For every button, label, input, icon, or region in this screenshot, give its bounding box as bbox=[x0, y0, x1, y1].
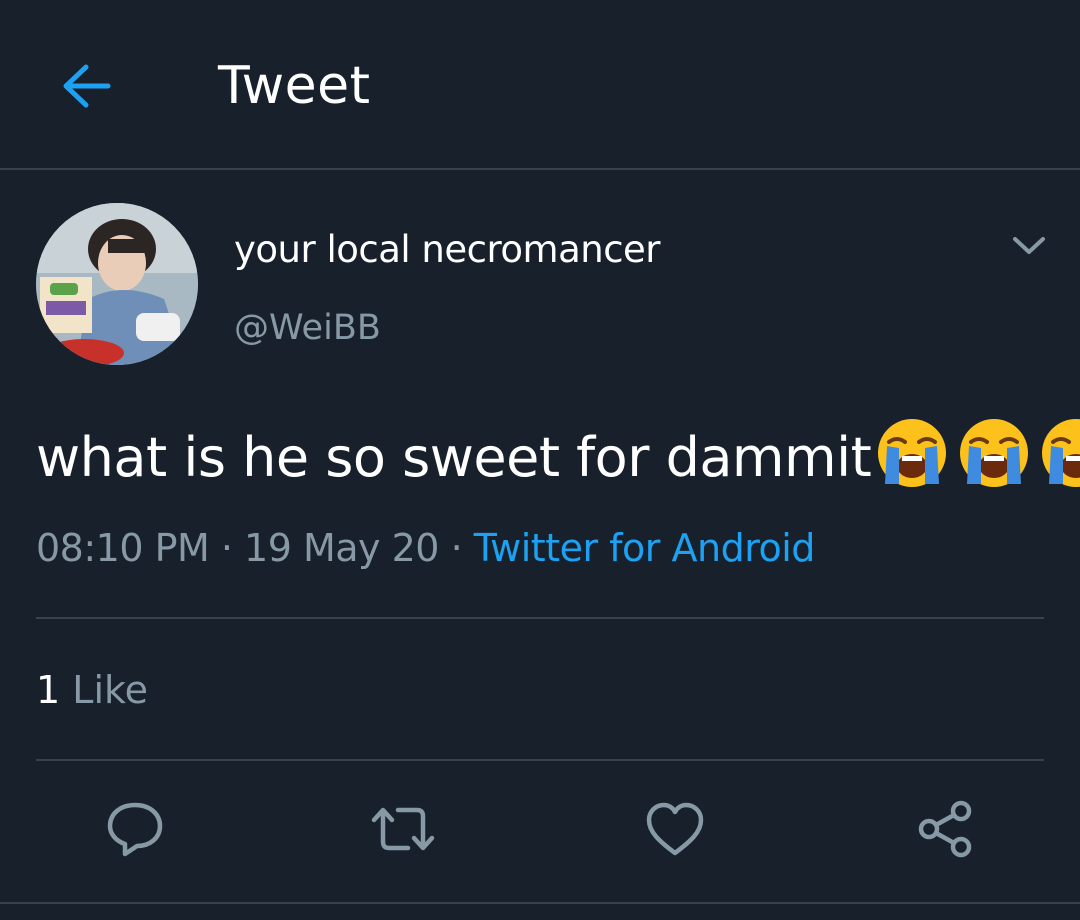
meta-separator: · bbox=[209, 526, 245, 570]
back-button[interactable] bbox=[56, 56, 116, 116]
tweet-source-link[interactable]: Twitter for Android bbox=[474, 526, 816, 570]
divider bbox=[0, 902, 1080, 904]
tweet-date: 19 May 20 bbox=[244, 526, 439, 570]
tweet-time: 08:10 PM bbox=[36, 526, 210, 570]
retweet-icon bbox=[371, 807, 435, 851]
retweet-button[interactable] bbox=[368, 796, 438, 862]
divider bbox=[36, 759, 1044, 761]
meta-separator: · bbox=[438, 526, 474, 570]
emoji-group bbox=[875, 416, 1080, 490]
tweet-text-content: what is he so sweet for dammit bbox=[36, 426, 872, 489]
loudly-crying-face-icon bbox=[878, 419, 947, 487]
tweet-metadata: 08:10 PM · 19 May 20 · Twitter for Andro… bbox=[36, 522, 815, 574]
tweet-options-button[interactable] bbox=[1006, 226, 1052, 266]
divider bbox=[36, 617, 1044, 619]
tweet-text: what is he so sweet for dammit bbox=[36, 416, 1080, 494]
speech-bubble-icon bbox=[107, 802, 163, 857]
tweet-detail-screen: Tweet your local necromancer @WeiBB what bbox=[0, 0, 1080, 920]
top-app-bar: Tweet bbox=[0, 0, 1080, 170]
reply-button[interactable] bbox=[100, 796, 170, 862]
author-handle[interactable]: @WeiBB bbox=[234, 304, 381, 352]
heart-icon bbox=[646, 802, 704, 856]
loudly-crying-face-icon bbox=[960, 419, 1029, 487]
like-label: Like bbox=[72, 668, 149, 712]
loudly-crying-face-icon bbox=[1042, 419, 1080, 487]
avatar-photo bbox=[36, 203, 198, 365]
like-button[interactable] bbox=[640, 796, 710, 862]
avatar[interactable] bbox=[36, 203, 198, 365]
like-count: 1 bbox=[36, 668, 61, 712]
arrow-left-icon bbox=[63, 64, 111, 108]
author-display-name[interactable]: your local necromancer bbox=[234, 226, 661, 274]
likes-stat[interactable]: 1 Like bbox=[36, 664, 148, 716]
chevron-down-icon bbox=[1013, 237, 1045, 254]
page-title: Tweet bbox=[218, 56, 371, 116]
share-icon bbox=[918, 800, 972, 858]
share-button[interactable] bbox=[910, 796, 980, 862]
